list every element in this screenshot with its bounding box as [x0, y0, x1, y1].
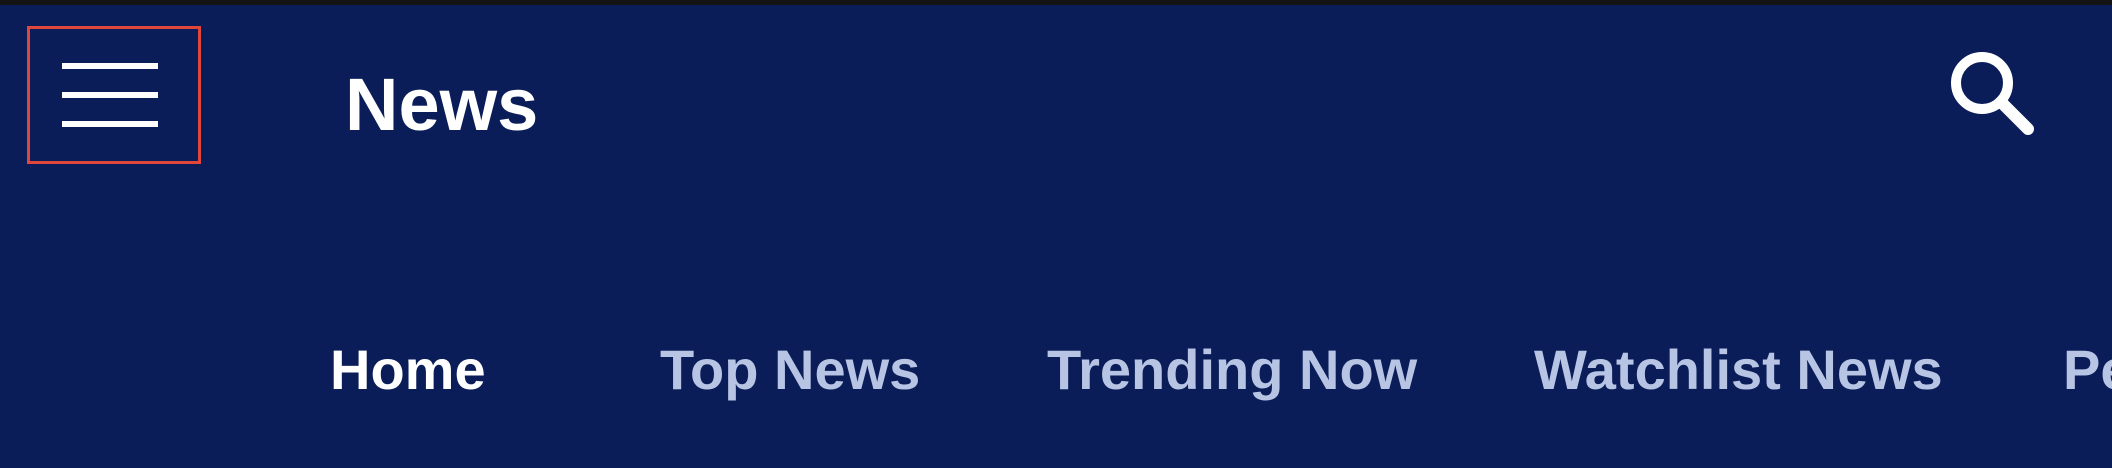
hamburger-menu-icon — [62, 63, 158, 127]
menu-button[interactable] — [54, 55, 166, 135]
tab-partial-next[interactable]: Pe — [2063, 315, 2112, 425]
search-icon — [1951, 52, 2034, 135]
tab-top-news[interactable]: Top News — [660, 315, 920, 425]
tab-watchlist-news[interactable]: Watchlist News — [1534, 315, 1943, 425]
tab-trending-now[interactable]: Trending Now — [1047, 315, 1417, 425]
tab-bar: Home Top News Trending Now Watchlist New… — [0, 315, 2112, 425]
tab-home[interactable]: Home — [330, 315, 486, 425]
search-button[interactable] — [1940, 41, 2050, 151]
page-title: News — [345, 63, 539, 146]
app-bar: News Home Top News Trending Now Watchlis… — [0, 5, 2112, 468]
